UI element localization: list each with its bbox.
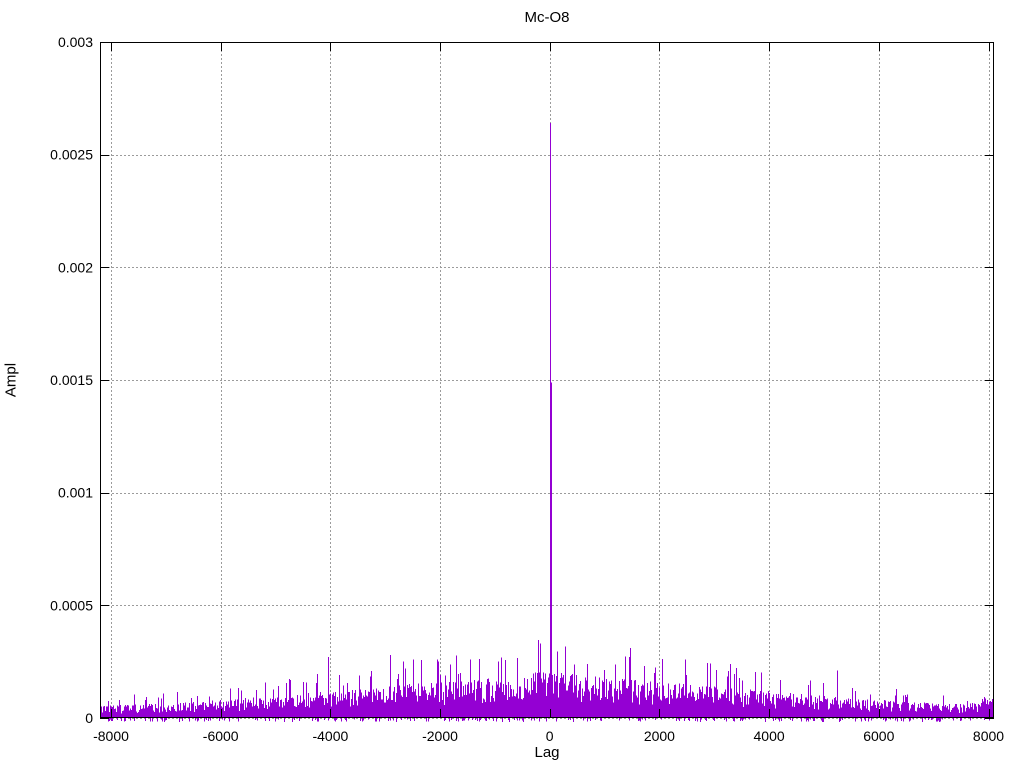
y-tick-label: 0.001: [58, 485, 93, 501]
y-tick-label: 0.0005: [50, 597, 93, 613]
chart-title: Mc-O8: [524, 9, 570, 26]
y-tick-label: 0.0025: [50, 147, 93, 163]
x-tick-label: -8000: [93, 728, 129, 744]
tick-marks: [100, 42, 994, 719]
y-tick-label: 0.0015: [50, 372, 93, 388]
plot-area: -8000 -6000 -4000 -2000 0 2000 4000 6000 8000 0 0.…: [50, 34, 1004, 744]
y-tick-label: 0: [85, 710, 93, 726]
gridlines: [100, 42, 994, 719]
y-tick-label: 0.002: [58, 259, 93, 275]
x-tick-label: 8000: [973, 728, 1004, 744]
correlation-chart: Mc-O8 Ampl Lag -8000 -6000 -4000 -2000 0 2000…: [0, 0, 1024, 768]
x-tick-label: 6000: [863, 728, 894, 744]
x-tick-label: 4000: [754, 728, 785, 744]
x-tick-label: 2000: [644, 728, 675, 744]
series-impulses: [100, 123, 994, 718]
y-axis-label: Ampl: [2, 362, 20, 398]
x-tick-label: 0: [546, 728, 554, 744]
x-tick-label: -4000: [312, 728, 348, 744]
x-tick-label: -6000: [203, 728, 239, 744]
plot-border: [100, 42, 994, 718]
x-axis-label: Lag: [534, 744, 560, 761]
x-tick-label: -2000: [422, 728, 458, 744]
y-tick-label: 0.003: [58, 34, 93, 50]
